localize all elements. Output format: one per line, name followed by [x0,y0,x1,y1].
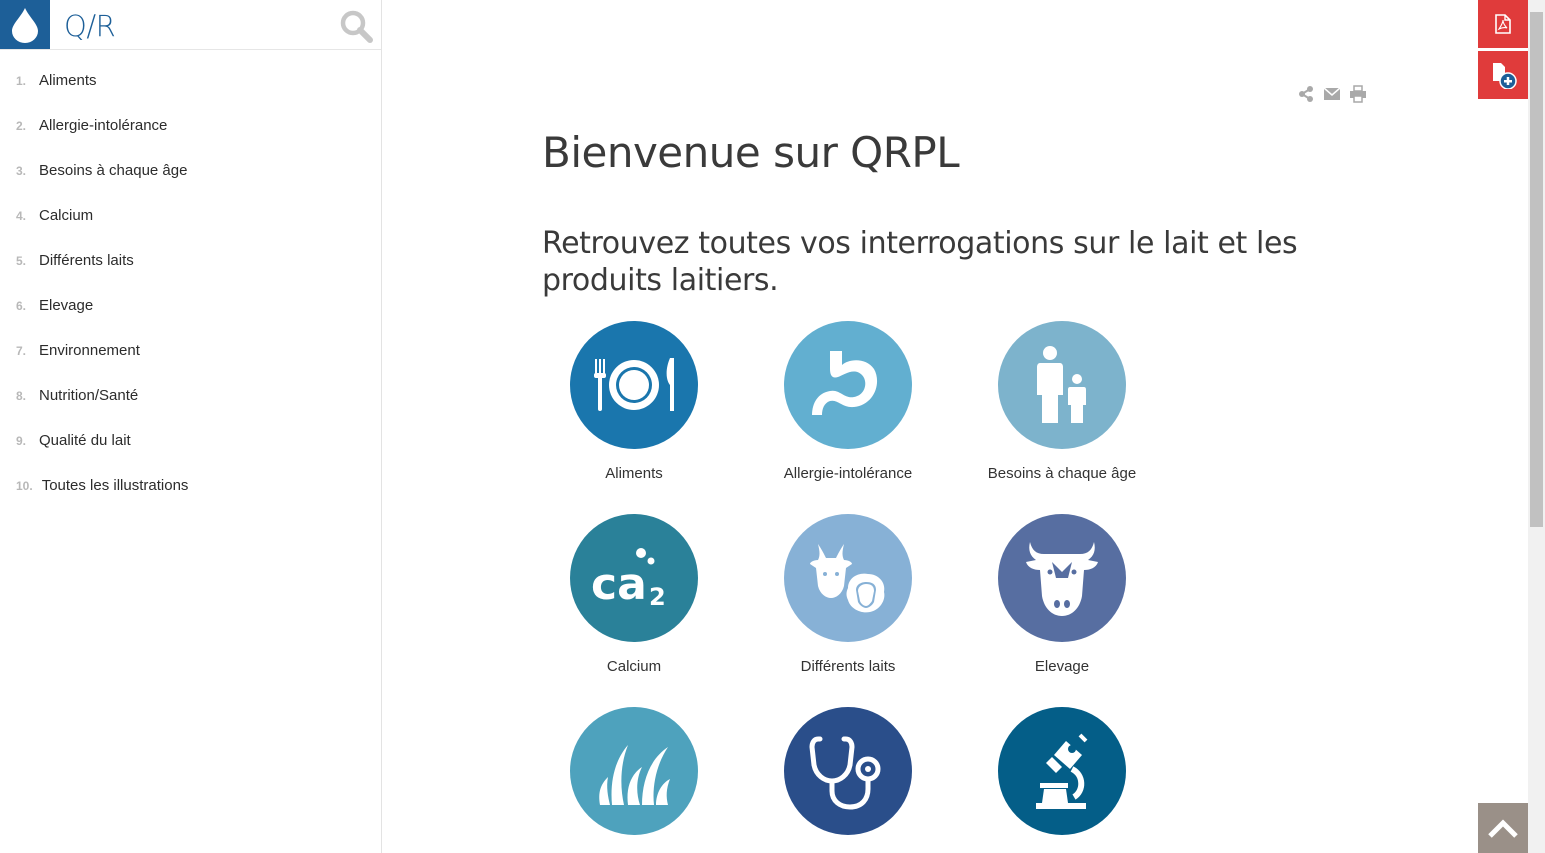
tile-label: Elevage [1034,658,1090,675]
tile-label: Différents laits [800,658,896,675]
tile-allergie-intolerance[interactable]: Allergie-intolérance [741,321,955,482]
add-document-button[interactable] [1478,51,1528,99]
sidebar-item-label: Besoins à chaque âge [39,162,188,179]
add-file-icon [1493,63,1517,89]
microscope-icon [1036,733,1088,809]
tile-label: Allergie-intolérance [783,465,913,482]
sidebar-item-besoins[interactable]: 3. Besoins à chaque âge [0,148,381,193]
sidebar-header: Q/R [0,0,381,50]
tile-nutrition-sante[interactable] [741,707,955,851]
scrollbar[interactable] [1528,0,1545,853]
item-number: 7. [16,343,27,358]
tile-circle [570,321,698,449]
tile-label: Aliments [605,465,663,482]
back-to-top-button[interactable] [1478,803,1528,853]
sidebar-item-qualite[interactable]: 9. Qualité du lait [0,418,381,463]
item-number: 6. [16,298,27,313]
pdf-file-icon [1495,14,1511,34]
sidebar-item-illustrations[interactable]: 10. Toutes les illustrations [0,463,381,508]
adult-child-icon [1037,346,1086,423]
cow-icon [1026,542,1098,616]
sidebar-item-label: Elevage [39,297,94,314]
page-title: Bienvenue sur QRPL [542,128,960,177]
tile-circle [784,321,912,449]
sidebar-item-allergie[interactable]: 2. Allergie-intolérance [0,103,381,148]
scrollbar-thumb[interactable] [1530,12,1543,527]
tile-elevage[interactable]: Elevage [955,514,1169,675]
print-button[interactable] [1349,85,1367,103]
sidebar-item-calcium[interactable]: 4. Calcium [0,193,381,238]
sidebar-item-aliments[interactable]: 1. Aliments [0,58,381,103]
item-number: 9. [16,433,27,448]
tile-besoins-age[interactable]: Besoins à chaque âge [955,321,1169,482]
tile-calcium[interactable]: ca 2 Calcium [527,514,741,675]
calcium-subscript: 2 [649,583,666,611]
sidebar-nav: 1. Aliments 2. Allergie-intolérance 3. Beso… [0,58,381,508]
sidebar-item-differents-laits[interactable]: 5. Différents laits [0,238,381,283]
item-number: 5. [16,253,27,268]
sidebar-item-label: Environnement [39,342,140,359]
milk-drop-icon [12,7,38,43]
page-tools [1297,85,1367,103]
tile-circle [570,707,698,835]
logo[interactable] [0,0,50,49]
sidebar-item-nutrition[interactable]: 8. Nutrition/Santé [0,373,381,418]
tile-circle [998,321,1126,449]
plate-cutlery-icon [594,358,674,411]
stethoscope-icon [809,736,881,810]
search-icon [340,10,373,43]
item-number: 10. [16,478,33,493]
share-icon [1299,86,1313,102]
search-button[interactable] [338,8,374,44]
email-button[interactable] [1323,85,1341,103]
tile-label: Calcium [606,658,662,675]
sidebar: Q/R 1. Aliments 2. Allergie-intolérance 3.… [0,0,382,853]
item-number: 1. [16,73,27,88]
page-subtitle: Retrouvez toutes vos interrogations sur … [542,226,1298,298]
download-pdf-button[interactable] [1478,0,1528,48]
tile-differents-laits[interactable]: Différents laits [741,514,955,675]
sidebar-item-elevage[interactable]: 6. Elevage [0,283,381,328]
tile-circle [784,707,912,835]
printer-icon [1350,85,1366,103]
tile-circle [998,514,1126,642]
sidebar-item-label: Toutes les illustrations [41,477,189,494]
tile-label: Besoins à chaque âge [987,465,1137,482]
grass-icon [599,745,670,805]
app-title: Q/R [64,9,116,43]
sidebar-item-label: Nutrition/Santé [39,387,139,404]
stomach-icon [812,351,878,415]
sidebar-item-label: Différents laits [39,252,134,269]
item-number: 8. [16,388,27,403]
sidebar-item-label: Aliments [39,72,97,89]
tile-circle [998,707,1126,835]
tile-qualite-lait[interactable] [955,707,1169,851]
tile-circle: ca 2 [570,514,698,642]
sidebar-item-label: Allergie-intolérance [39,117,168,134]
chevron-up-icon [1488,819,1518,838]
item-number: 2. [16,118,27,133]
tile-environnement[interactable] [527,707,741,851]
item-number: 4. [16,208,27,223]
sidebar-item-label: Qualité du lait [39,432,131,449]
goat-sheep-icon [810,544,885,613]
share-button[interactable] [1297,85,1315,103]
tile-aliments[interactable]: Aliments [527,321,741,482]
sidebar-item-label: Calcium [39,207,94,224]
sidebar-item-environnement[interactable]: 7. Environnement [0,328,381,373]
tile-circle [784,514,912,642]
calcium-symbol: ca [591,559,647,610]
item-number: 3. [16,163,27,178]
envelope-icon [1323,87,1341,100]
calcium-icon: ca 2 [591,548,666,611]
